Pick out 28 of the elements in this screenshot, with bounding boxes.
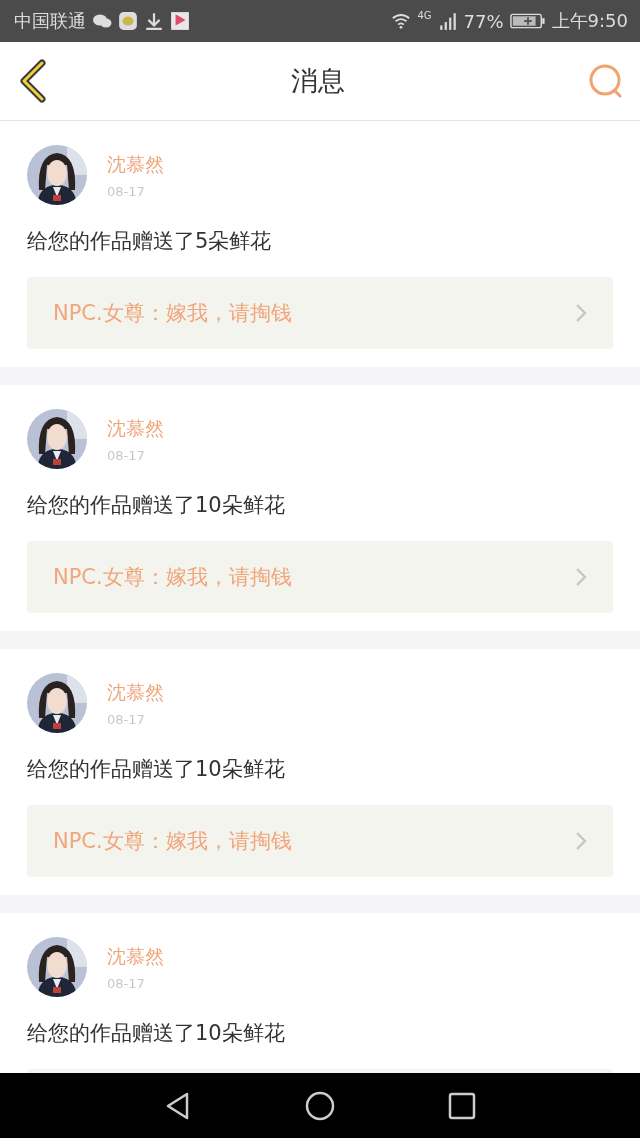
home-nav-icon[interactable] (305, 1090, 335, 1121)
sender-name[interactable]: 沈慕然 (107, 943, 164, 970)
sender-name[interactable]: 沈慕然 (107, 415, 164, 442)
message-text: 给您的作品赠送了10朵鲜花 (27, 1020, 286, 1047)
chevron-right-icon (575, 303, 587, 323)
battery-icon (509, 11, 546, 31)
network-type: 4G (417, 10, 432, 21)
work-link[interactable]: NPC.女尊：嫁我，请掏钱 (27, 541, 613, 613)
message-text: 给您的作品赠送了10朵鲜花 (27, 756, 286, 783)
recents-nav-icon[interactable] (447, 1090, 477, 1121)
sender-name[interactable]: 沈慕然 (107, 679, 164, 706)
message-text: 给您的作品赠送了5朵鲜花 (27, 228, 273, 255)
clock: 上午9:50 (551, 9, 628, 33)
work-link[interactable]: NPC.女尊：嫁我，请掏钱 (27, 277, 613, 349)
app-icon (118, 11, 138, 31)
download-icon (144, 11, 164, 31)
wifi-icon (391, 11, 412, 31)
work-link[interactable]: NPC.女尊：嫁我，请掏钱 (27, 805, 613, 877)
sender-name[interactable]: 沈慕然 (107, 151, 164, 178)
message-text: 给您的作品赠送了10朵鲜花 (27, 492, 286, 519)
page-title: 消息 (291, 64, 345, 98)
signal-icon (437, 11, 458, 31)
video-app-icon (170, 11, 190, 31)
back-icon[interactable] (18, 59, 48, 103)
chevron-right-icon (575, 831, 587, 851)
battery-percent: 77% (463, 10, 504, 32)
carrier-name: 中国联通 (14, 9, 86, 33)
chevron-right-icon (575, 567, 587, 587)
